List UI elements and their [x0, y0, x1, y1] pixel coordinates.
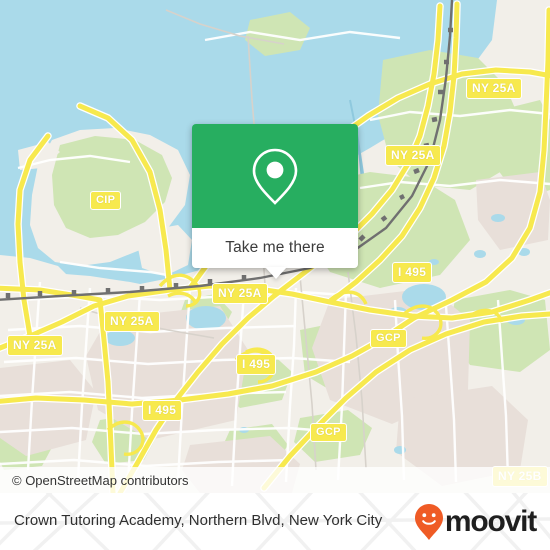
road-shield-gcp-1: GCP	[370, 329, 407, 348]
take-me-there-label: Take me there	[225, 239, 325, 256]
footer-bar: Crown Tutoring Academy, Northern Blvd, N…	[0, 493, 550, 550]
attribution-text: © OpenStreetMap contributors	[12, 472, 189, 488]
road-shield-ny25a-1: NY 25A	[466, 78, 522, 99]
road-shield-i495-3: I 495	[142, 400, 183, 421]
take-me-there-button[interactable]: Take me there	[192, 228, 358, 279]
popup-image-placeholder	[192, 124, 358, 228]
map-pin-icon	[252, 148, 298, 205]
moovit-wordmark: moovit	[444, 504, 537, 538]
location-popup-card[interactable]: Take me there	[192, 124, 358, 279]
popup-pointer-tail	[265, 267, 287, 279]
road-shield-ny25a-4: NY 25A	[104, 311, 160, 332]
pond-2	[186, 306, 226, 330]
road-shield-i495-1: I 495	[392, 262, 433, 283]
road-shield-i495-2: I 495	[236, 354, 277, 375]
place-title: Crown Tutoring Academy, Northern Blvd, N…	[14, 512, 383, 530]
road-shield-gcp-2: GCP	[310, 423, 347, 442]
road-shield-ny25a-5: NY 25A	[7, 335, 63, 356]
map-canvas[interactable]: NY 25A NY 25A CIP NY 25A I 495 NY 25A NY…	[0, 0, 550, 493]
road-shield-cip: CIP	[90, 191, 122, 210]
road-shield-ny25a-3: NY 25A	[212, 283, 268, 304]
map-screenshot: NY 25A NY 25A CIP NY 25A I 495 NY 25A NY…	[0, 0, 550, 550]
map-attribution-bar: © OpenStreetMap contributors	[0, 467, 550, 493]
moovit-pin-smiley-icon	[414, 503, 443, 540]
road-shield-ny25a-2: NY 25A	[385, 145, 441, 166]
moovit-logo[interactable]: moovit	[414, 503, 537, 541]
